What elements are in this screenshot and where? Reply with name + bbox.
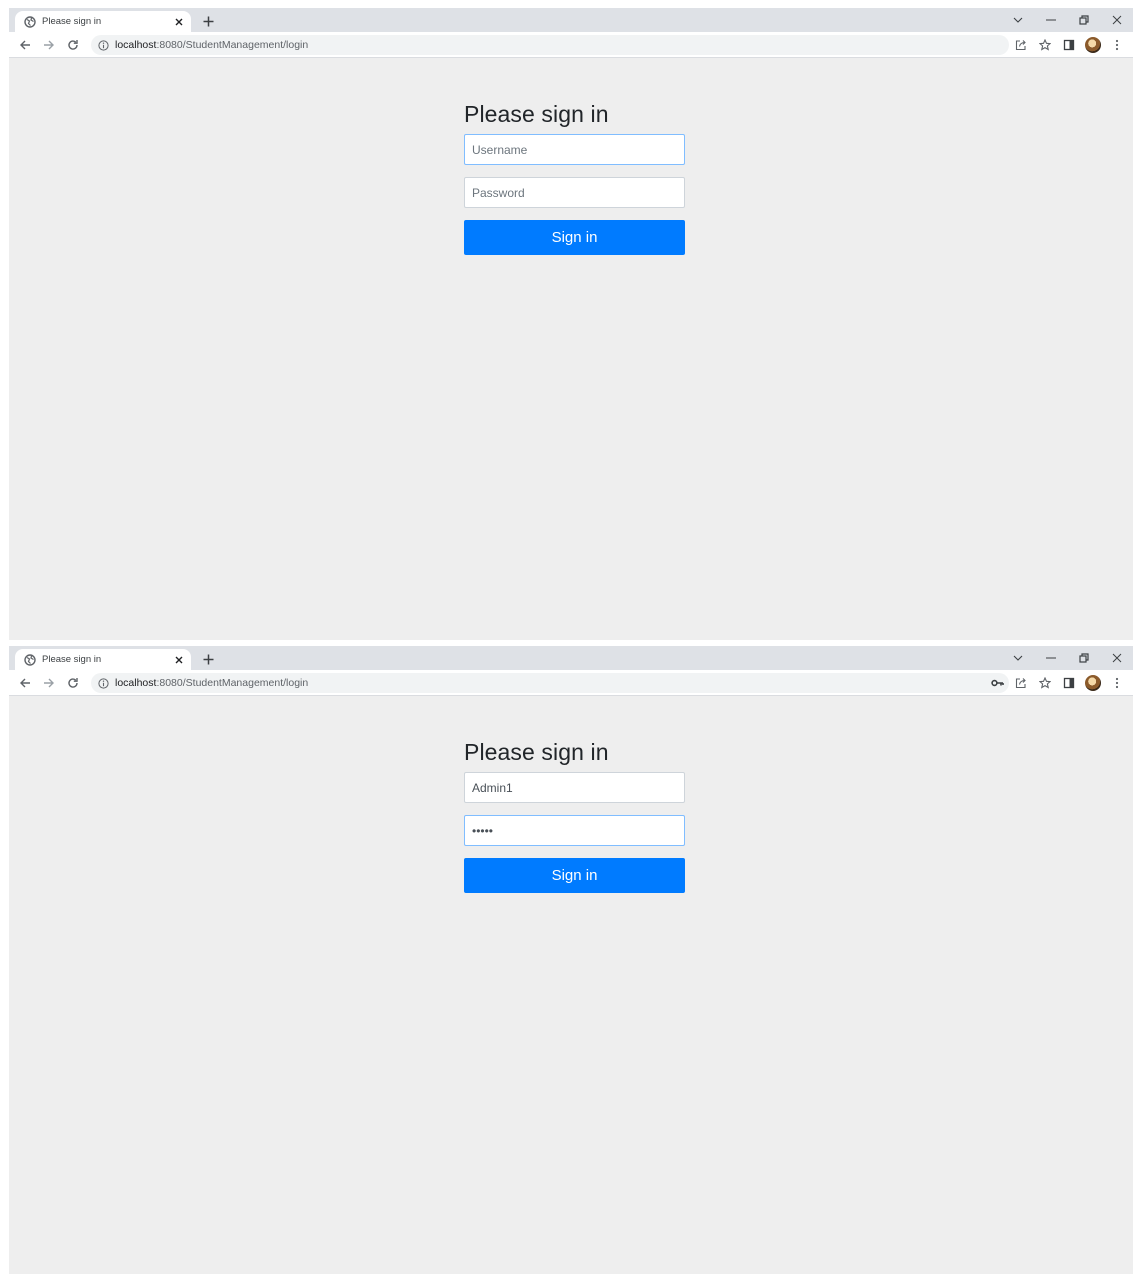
bookmark-star-icon[interactable] bbox=[1033, 34, 1057, 56]
signin-form: Please sign in Sign in bbox=[464, 737, 685, 893]
tab-strip: Please sign in bbox=[9, 646, 1133, 670]
close-window-icon[interactable] bbox=[1100, 8, 1133, 32]
globe-icon bbox=[24, 15, 36, 28]
close-tab-icon[interactable] bbox=[172, 15, 186, 29]
back-icon[interactable] bbox=[14, 34, 36, 56]
minimize-icon[interactable] bbox=[1034, 646, 1067, 670]
tab-search-icon[interactable] bbox=[1001, 646, 1034, 670]
window-controls bbox=[1001, 646, 1133, 670]
side-panel-icon[interactable] bbox=[1057, 672, 1081, 694]
url-text: localhost:8080/StudentManagement/login bbox=[115, 677, 308, 689]
bookmark-star-icon[interactable] bbox=[1033, 672, 1057, 694]
share-icon[interactable] bbox=[1009, 34, 1033, 56]
close-window-icon[interactable] bbox=[1100, 646, 1133, 670]
browser-toolbar: localhost:8080/StudentManagement/login bbox=[9, 32, 1133, 58]
menu-kebab-icon[interactable] bbox=[1105, 34, 1129, 56]
tab-please-sign-in[interactable]: Please sign in bbox=[15, 649, 191, 670]
window-controls bbox=[1001, 8, 1133, 32]
info-icon[interactable] bbox=[97, 39, 109, 51]
tab-search-icon[interactable] bbox=[1001, 8, 1034, 32]
share-icon[interactable] bbox=[1009, 672, 1033, 694]
toolbar-right bbox=[1009, 34, 1129, 56]
reload-icon[interactable] bbox=[62, 672, 84, 694]
tab-please-sign-in[interactable]: Please sign in bbox=[15, 11, 191, 32]
restore-icon[interactable] bbox=[1067, 646, 1100, 670]
tab-strip: Please sign in bbox=[9, 8, 1133, 32]
url-path: :8080/StudentManagement/login bbox=[156, 39, 309, 51]
back-icon[interactable] bbox=[14, 672, 36, 694]
sign-in-button[interactable]: Sign in bbox=[464, 220, 685, 255]
new-tab-button[interactable] bbox=[199, 650, 217, 668]
password-input[interactable] bbox=[464, 815, 685, 846]
close-tab-icon[interactable] bbox=[172, 653, 186, 667]
profile-avatar[interactable] bbox=[1081, 672, 1105, 694]
menu-kebab-icon[interactable] bbox=[1105, 672, 1129, 694]
browser-toolbar: localhost:8080/StudentManagement/login bbox=[9, 670, 1133, 696]
restore-icon[interactable] bbox=[1067, 8, 1100, 32]
page-title: Please sign in bbox=[464, 739, 609, 765]
info-icon[interactable] bbox=[97, 677, 109, 689]
page-title: Please sign in bbox=[464, 101, 609, 127]
side-panel-icon[interactable] bbox=[1057, 34, 1081, 56]
url-path: :8080/StudentManagement/login bbox=[156, 677, 309, 689]
url-host: localhost bbox=[115, 677, 157, 689]
avatar bbox=[1085, 675, 1101, 691]
address-bar[interactable]: localhost:8080/StudentManagement/login bbox=[91, 673, 1009, 693]
address-bar[interactable]: localhost:8080/StudentManagement/login bbox=[91, 35, 1009, 55]
avatar bbox=[1085, 37, 1101, 53]
url-text: localhost:8080/StudentManagement/login bbox=[115, 39, 308, 51]
password-key-icon[interactable] bbox=[985, 672, 1009, 694]
sign-in-button[interactable]: Sign in bbox=[464, 858, 685, 893]
forward-icon[interactable] bbox=[38, 34, 60, 56]
tab-title: Please sign in bbox=[42, 16, 102, 27]
browser-window-1: Please sign in localhost:8080/StudentMan… bbox=[9, 8, 1133, 640]
username-input[interactable] bbox=[464, 772, 685, 803]
globe-icon bbox=[24, 653, 36, 666]
forward-icon[interactable] bbox=[38, 672, 60, 694]
profile-avatar[interactable] bbox=[1081, 34, 1105, 56]
password-input[interactable] bbox=[464, 177, 685, 208]
browser-window-2: Please sign in localhost:8080/StudentMan… bbox=[9, 646, 1133, 1274]
tab-title: Please sign in bbox=[42, 654, 102, 665]
new-tab-button[interactable] bbox=[199, 12, 217, 30]
signin-form: Please sign in Sign in bbox=[464, 99, 685, 255]
url-host: localhost bbox=[115, 39, 157, 51]
minimize-icon[interactable] bbox=[1034, 8, 1067, 32]
username-input[interactable] bbox=[464, 134, 685, 165]
toolbar-right bbox=[985, 672, 1129, 694]
reload-icon[interactable] bbox=[62, 34, 84, 56]
